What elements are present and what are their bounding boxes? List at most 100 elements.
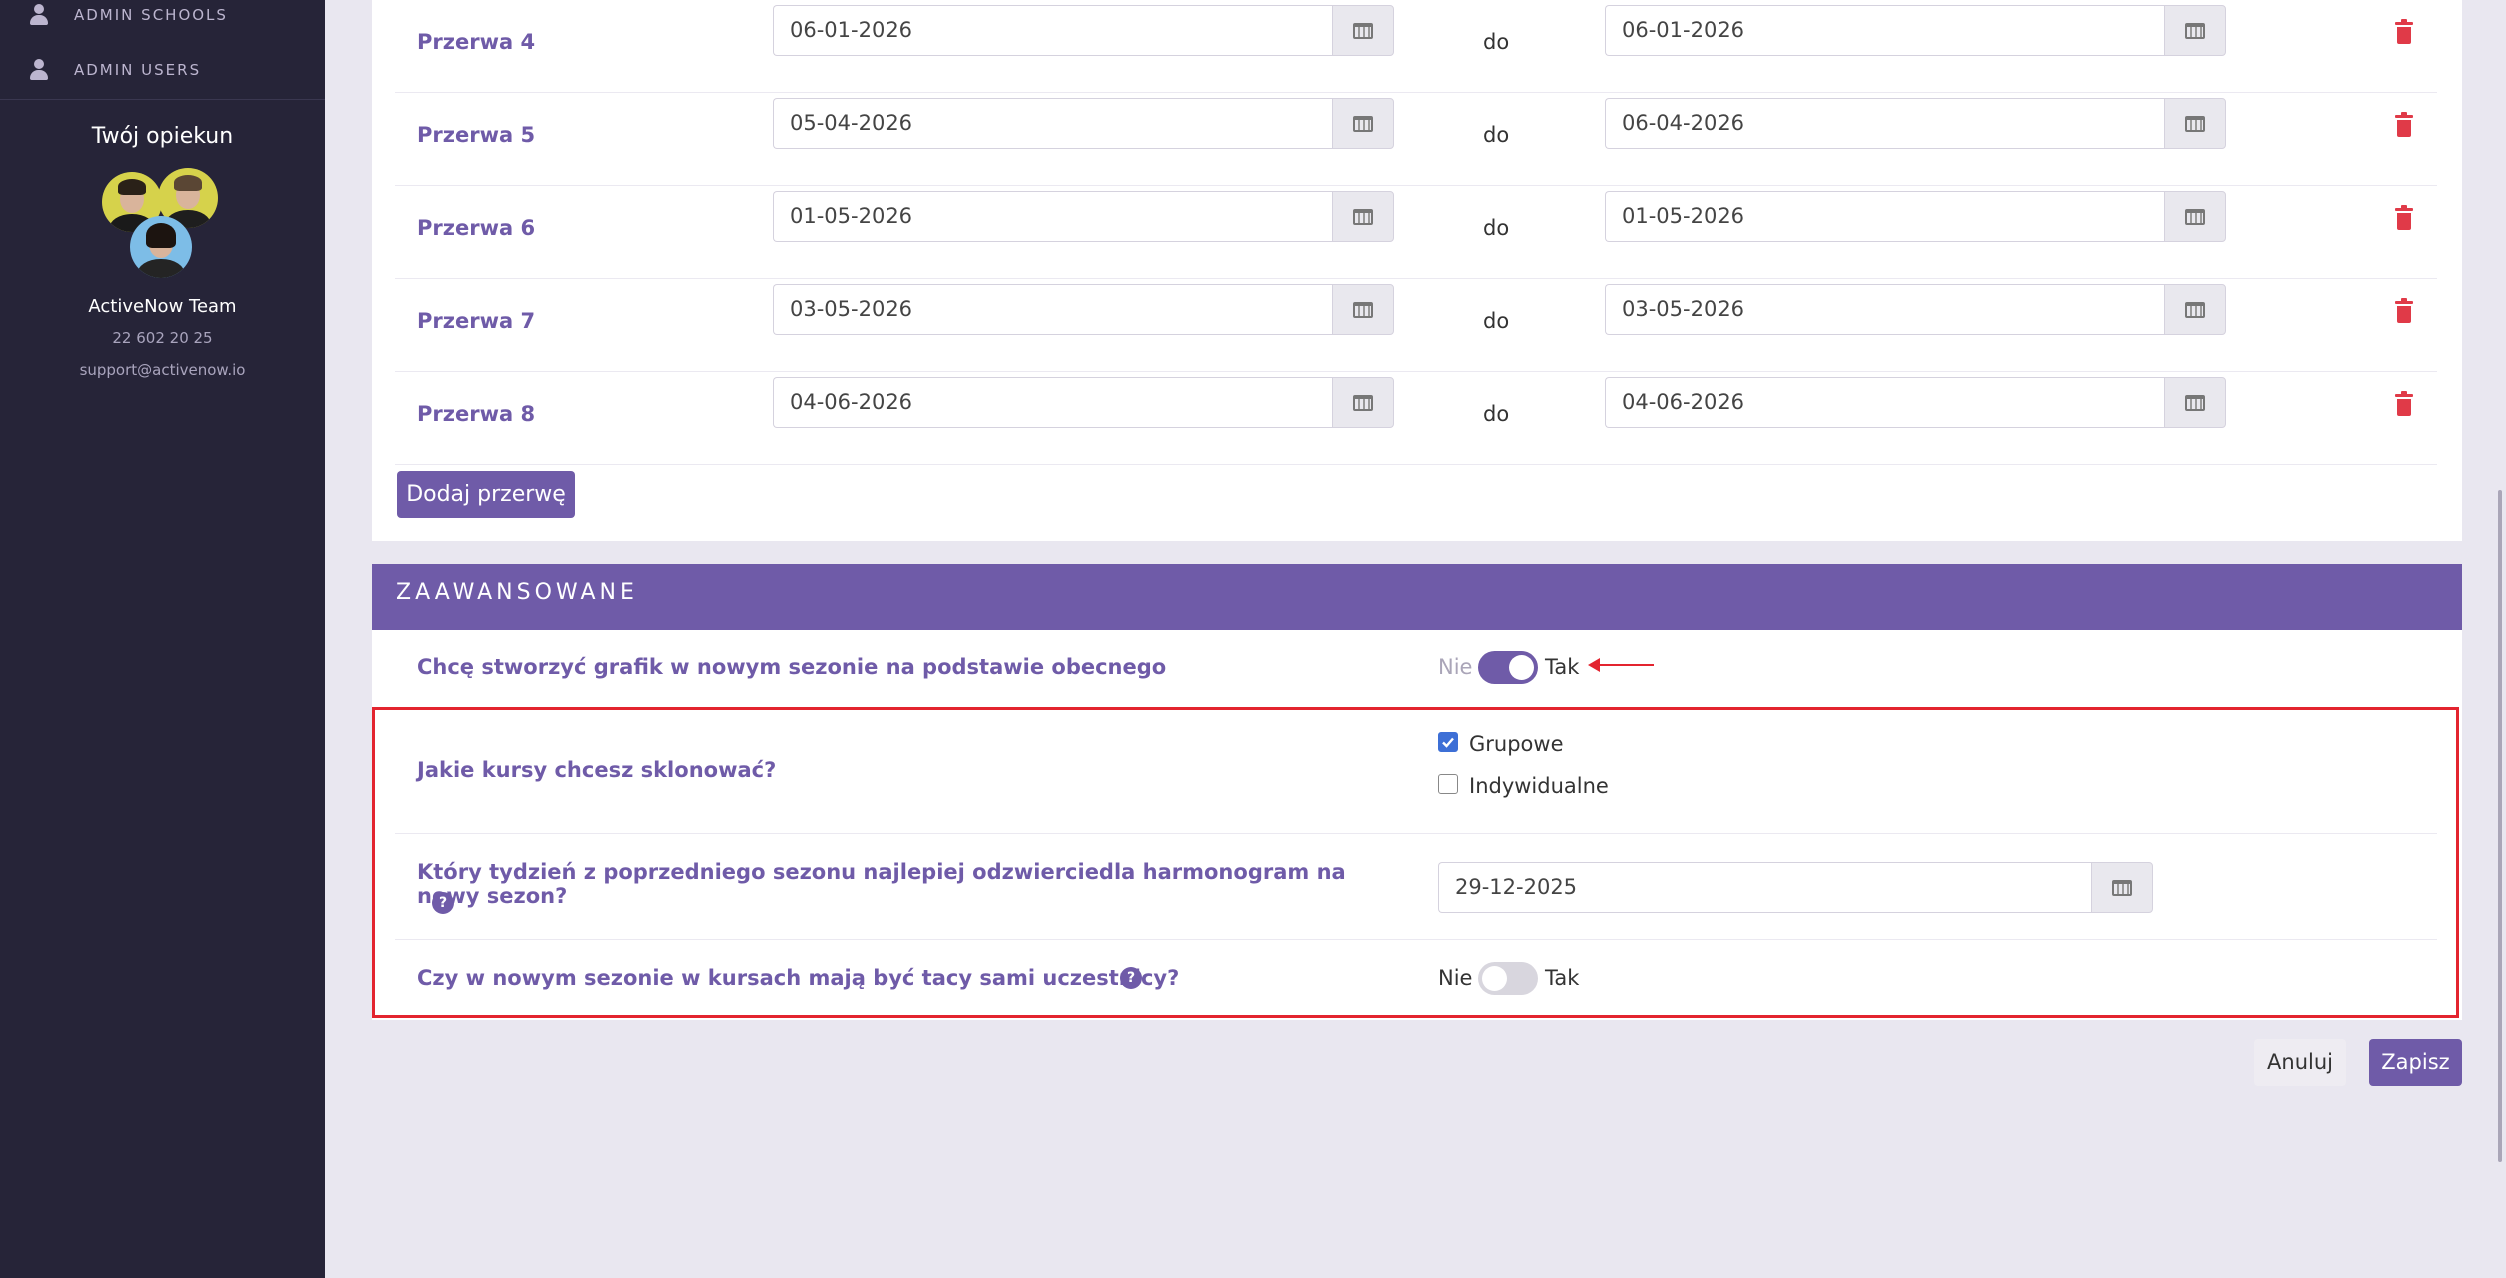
break-row: Przerwa 4 06-01-2026 do 06-01-2026 bbox=[395, 0, 2437, 93]
range-separator: do bbox=[1483, 309, 1510, 333]
sidebar-divider bbox=[0, 99, 325, 100]
team-avatars bbox=[100, 168, 225, 283]
break-end-input[interactable]: 06-04-2026 bbox=[1605, 98, 2164, 149]
add-break-button[interactable]: Dodaj przerwę bbox=[397, 471, 575, 518]
trash-icon[interactable] bbox=[2395, 298, 2413, 323]
checkmark-icon bbox=[1442, 737, 1454, 748]
calendar-button[interactable] bbox=[2164, 191, 2226, 242]
clone-schedule-toggle[interactable] bbox=[1478, 651, 1538, 684]
calendar-icon bbox=[1353, 22, 1373, 39]
break-row: Przerwa 7 03-05-2026 do 03-05-2026 bbox=[395, 279, 2437, 372]
break-end-input[interactable]: 03-05-2026 bbox=[1605, 284, 2164, 335]
team-phone: 22 602 20 25 bbox=[112, 329, 213, 347]
row-divider bbox=[395, 939, 2437, 940]
trash-icon[interactable] bbox=[2395, 112, 2413, 137]
scrollbar-thumb[interactable] bbox=[2498, 490, 2502, 1162]
break-end-input[interactable]: 04-06-2026 bbox=[1605, 377, 2164, 428]
range-separator: do bbox=[1483, 402, 1510, 426]
break-start-input[interactable]: 01-05-2026 bbox=[773, 191, 1332, 242]
break-start-date: 06-01-2026 bbox=[773, 5, 1394, 56]
break-start-input[interactable]: 06-01-2026 bbox=[773, 5, 1332, 56]
grupowe-label: Grupowe bbox=[1469, 732, 1564, 756]
calendar-icon bbox=[1353, 115, 1373, 132]
row-divider bbox=[395, 833, 2437, 834]
break-end-date: 04-06-2026 bbox=[1605, 377, 2226, 428]
break-row: Przerwa 6 01-05-2026 do 01-05-2026 bbox=[395, 186, 2437, 279]
clone-courses-question: Jakie kursy chcesz sklonować? bbox=[417, 758, 777, 782]
cancel-button[interactable]: Anuluj bbox=[2254, 1039, 2346, 1086]
calendar-button[interactable] bbox=[2164, 377, 2226, 428]
avatar bbox=[130, 216, 192, 278]
calendar-button[interactable] bbox=[1332, 377, 1394, 428]
advanced-title: ZAAWANSOWANE bbox=[396, 580, 638, 605]
break-label: Przerwa 4 bbox=[417, 30, 536, 54]
week-question: Który tydzień z poprzedniego sezonu najl… bbox=[417, 860, 1346, 908]
calendar-button[interactable] bbox=[1332, 5, 1394, 56]
indywidualne-label: Indywidualne bbox=[1469, 774, 1609, 798]
sidebar-item-admin-users[interactable]: ADMIN USERS bbox=[28, 55, 201, 85]
break-end-date: 06-01-2026 bbox=[1605, 5, 2226, 56]
user-icon bbox=[28, 59, 50, 81]
toggle-off-label: Nie bbox=[1438, 966, 1473, 990]
calendar-button[interactable] bbox=[2091, 862, 2153, 913]
sidebar-item-label: ADMIN SCHOOLS bbox=[74, 6, 228, 24]
break-end-date: 01-05-2026 bbox=[1605, 191, 2226, 242]
calendar-icon bbox=[1353, 301, 1373, 318]
calendar-button[interactable] bbox=[2164, 98, 2226, 149]
calendar-icon bbox=[2185, 22, 2205, 39]
team-email[interactable]: support@activenow.io bbox=[0, 361, 325, 379]
break-label: Przerwa 8 bbox=[417, 402, 536, 426]
calendar-icon bbox=[2185, 394, 2205, 411]
trash-icon[interactable] bbox=[2395, 205, 2413, 230]
help-icon[interactable]: ? bbox=[432, 892, 454, 914]
grupowe-checkbox[interactable] bbox=[1438, 732, 1458, 752]
clone-schedule-question: Chcę stworzyć grafik w nowym sezonie na … bbox=[417, 655, 1167, 679]
break-start-input[interactable]: 03-05-2026 bbox=[773, 284, 1332, 335]
calendar-button[interactable] bbox=[1332, 284, 1394, 335]
sidebar-item-admin-schools[interactable]: ADMIN SCHOOLS bbox=[28, 0, 228, 30]
break-start-date: 05-04-2026 bbox=[773, 98, 1394, 149]
toggle-off-label: Nie bbox=[1438, 655, 1473, 679]
participants-question: Czy w nowym sezonie w kursach mają być t… bbox=[417, 966, 1180, 990]
break-start-date: 01-05-2026 bbox=[773, 191, 1394, 242]
save-button[interactable]: Zapisz bbox=[2369, 1039, 2462, 1086]
range-separator: do bbox=[1483, 123, 1510, 147]
calendar-icon bbox=[2185, 115, 2205, 132]
break-start-input[interactable]: 04-06-2026 bbox=[773, 377, 1332, 428]
break-end-input[interactable]: 01-05-2026 bbox=[1605, 191, 2164, 242]
break-start-date: 04-06-2026 bbox=[773, 377, 1394, 428]
week-date-input[interactable]: 29-12-2025 bbox=[1438, 862, 2091, 913]
participants-toggle[interactable] bbox=[1478, 962, 1538, 995]
break-label: Przerwa 7 bbox=[417, 309, 536, 333]
help-icon[interactable]: ? bbox=[1120, 967, 1142, 989]
sidebar: ADMIN SCHOOLS ADMIN USERS Twój opiekun A… bbox=[0, 0, 325, 1278]
calendar-icon bbox=[2112, 879, 2132, 896]
annotation-arrow bbox=[1598, 664, 1654, 666]
break-end-input[interactable]: 06-01-2026 bbox=[1605, 5, 2164, 56]
user-icon bbox=[28, 4, 50, 26]
calendar-button[interactable] bbox=[2164, 284, 2226, 335]
range-separator: do bbox=[1483, 216, 1510, 240]
sidebar-item-label: ADMIN USERS bbox=[74, 61, 202, 79]
break-start-input[interactable]: 05-04-2026 bbox=[773, 98, 1332, 149]
break-end-date: 03-05-2026 bbox=[1605, 284, 2226, 335]
advanced-header bbox=[372, 564, 2462, 630]
trash-icon[interactable] bbox=[2395, 19, 2413, 44]
week-date: 29-12-2025 bbox=[1438, 862, 2153, 913]
team-name: ActiveNow Team bbox=[88, 296, 237, 317]
break-row: Przerwa 5 05-04-2026 do 06-04-2026 bbox=[395, 93, 2437, 186]
break-label: Przerwa 5 bbox=[417, 123, 536, 147]
calendar-icon bbox=[2185, 301, 2205, 318]
indywidualne-checkbox[interactable] bbox=[1438, 774, 1458, 794]
calendar-button[interactable] bbox=[1332, 191, 1394, 242]
opiekun-title: Twój opiekun bbox=[91, 124, 234, 149]
break-row: Przerwa 8 04-06-2026 do 04-06-2026 bbox=[395, 372, 2437, 465]
calendar-button[interactable] bbox=[2164, 5, 2226, 56]
break-label: Przerwa 6 bbox=[417, 216, 536, 240]
toggle-on-label: Tak bbox=[1545, 966, 1580, 990]
calendar-button[interactable] bbox=[1332, 98, 1394, 149]
calendar-icon bbox=[1353, 394, 1373, 411]
calendar-icon bbox=[2185, 208, 2205, 225]
range-separator: do bbox=[1483, 30, 1510, 54]
trash-icon[interactable] bbox=[2395, 391, 2413, 416]
